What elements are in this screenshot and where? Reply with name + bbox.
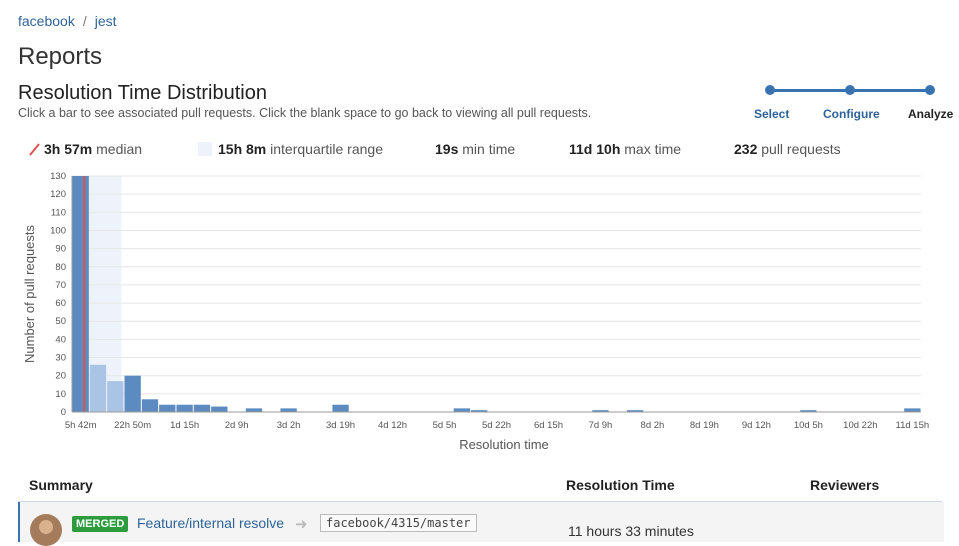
y-tick-label: 30 [55, 353, 66, 364]
wizard-step-configure-dot[interactable] [845, 85, 855, 95]
stats-bar: 3h 57m median 15h 8m interquartile range… [0, 141, 959, 161]
wizard-step-analyze-dot[interactable] [925, 85, 935, 95]
x-tick-label: 6d 15h [534, 420, 563, 431]
stat-min-label: min time [462, 141, 516, 157]
y-tick-label: 80 [55, 262, 66, 273]
y-tick-label: 110 [51, 207, 66, 218]
y-tick-label: 0 [61, 407, 66, 418]
stat-max: 11d 10h max time [569, 141, 681, 157]
stat-min: 19s min time [435, 141, 515, 157]
histogram-bar[interactable] [72, 176, 89, 412]
stat-max-label: max time [624, 141, 682, 157]
stat-median: 3h 57m median [28, 141, 142, 157]
page-title: Reports [18, 43, 103, 70]
summary-table: Summary Resolution Time Reviewers MERGED… [18, 470, 944, 546]
stat-max-value: 11d 10h [569, 141, 621, 157]
x-tick-label: 3d 2h [277, 420, 301, 431]
stat-iqr-value: 15h 8m [218, 141, 267, 157]
col-resolution-time-header: Resolution Time [566, 477, 675, 493]
table-row[interactable]: MERGED Feature/internal resolve ➜ facebo… [18, 502, 944, 546]
histogram-bar[interactable] [904, 408, 921, 412]
y-tick-label: 50 [55, 316, 66, 327]
y-tick-label: 90 [55, 244, 66, 255]
breadcrumb-org-link[interactable]: facebook [18, 13, 75, 29]
y-tick-label: 60 [55, 298, 66, 309]
histogram-bar[interactable] [332, 404, 349, 412]
stat-count-value: 232 [734, 141, 758, 157]
stat-iqr: 15h 8m interquartile range [198, 141, 383, 157]
x-tick-label: 22h 50m [114, 420, 151, 431]
wizard-step-select-dot[interactable] [765, 85, 775, 95]
breadcrumb: facebook / jest [18, 13, 117, 29]
wizard-steps: Select Configure Analyze [745, 80, 959, 130]
resolution-histogram-chart[interactable]: 0 10 20 30 40 50 60 70 80 90 100 110 120 130 5h 42m 22h… [0, 168, 959, 463]
col-summary-header: Summary [29, 477, 93, 493]
x-tick-label: 5d 5h [433, 420, 457, 431]
col-reviewers-header: Reviewers [810, 477, 880, 493]
histogram-bar[interactable] [280, 408, 297, 412]
stat-median-label: median [96, 141, 143, 157]
histogram-bar[interactable] [211, 406, 228, 412]
x-tick-label: 10d 22h [843, 420, 877, 431]
x-tick-label: 2d 9h [225, 420, 249, 431]
histogram-bar[interactable] [453, 408, 471, 412]
x-tick-label: 11d 15h [896, 420, 930, 431]
summary-header: Summary Resolution Time Reviewers [18, 470, 942, 502]
status-badge: MERGED [72, 516, 129, 532]
y-tick-label: 120 [50, 189, 66, 200]
breadcrumb-separator: / [82, 13, 87, 29]
wizard-step-select[interactable]: Select [754, 107, 789, 121]
stat-min-value: 19s [435, 141, 459, 157]
x-tick-label: 4d 12h [378, 420, 407, 431]
histogram-bar[interactable] [107, 381, 124, 412]
histogram-bar[interactable] [176, 404, 193, 412]
wizard-step-analyze[interactable]: Analyze [908, 107, 953, 121]
stat-count: 232 pull requests [734, 141, 841, 157]
iqr-swatch-icon [198, 142, 212, 156]
pull-request-link[interactable]: Feature/internal resolve [137, 515, 284, 531]
x-tick-label: 8d 19h [690, 420, 719, 431]
breadcrumb-repo-link[interactable]: jest [95, 13, 117, 29]
wizard-step-configure[interactable]: Configure [823, 107, 880, 121]
y-axis-label: Number of pull requests [22, 224, 37, 363]
histogram-bar[interactable] [89, 364, 107, 412]
avatar [30, 514, 62, 546]
branch-label: facebook/4315/master [320, 514, 477, 532]
x-tick-label: 1d 15h [170, 420, 199, 431]
stat-count-label: pull requests [761, 141, 841, 157]
x-tick-label: 5h 42m [65, 420, 97, 431]
x-tick-label: 8d 2h [641, 420, 665, 431]
histogram-bar[interactable] [159, 404, 176, 412]
y-tick-label: 100 [50, 225, 66, 236]
histogram-bar[interactable] [245, 408, 263, 412]
x-tick-label: 10d 5h [794, 420, 823, 431]
median-pencil-icon [29, 143, 40, 156]
report-description: Click a bar to see associated pull reque… [18, 106, 592, 120]
x-tick-label: 3d 19h [326, 420, 355, 431]
histogram-bar[interactable] [124, 375, 141, 412]
y-tick-label: 130 [50, 171, 66, 182]
y-tick-label: 40 [55, 334, 66, 345]
x-tick-label: 7d 9h [589, 420, 613, 431]
x-tick-label: 9d 12h [742, 420, 771, 431]
stat-median-value: 3h 57m [44, 141, 93, 157]
stat-iqr-label: interquartile range [270, 141, 383, 157]
x-tick-label: 5d 22h [482, 420, 511, 431]
y-tick-label: 20 [55, 371, 66, 382]
report-title: Resolution Time Distribution [18, 82, 267, 104]
y-tick-label: 10 [55, 389, 66, 400]
histogram-bar[interactable] [193, 404, 211, 412]
x-axis-label: Resolution time [459, 437, 549, 452]
histogram-bar[interactable] [141, 399, 159, 412]
arrow-right-icon: ➜ [295, 516, 308, 533]
y-tick-label: 70 [55, 280, 66, 291]
